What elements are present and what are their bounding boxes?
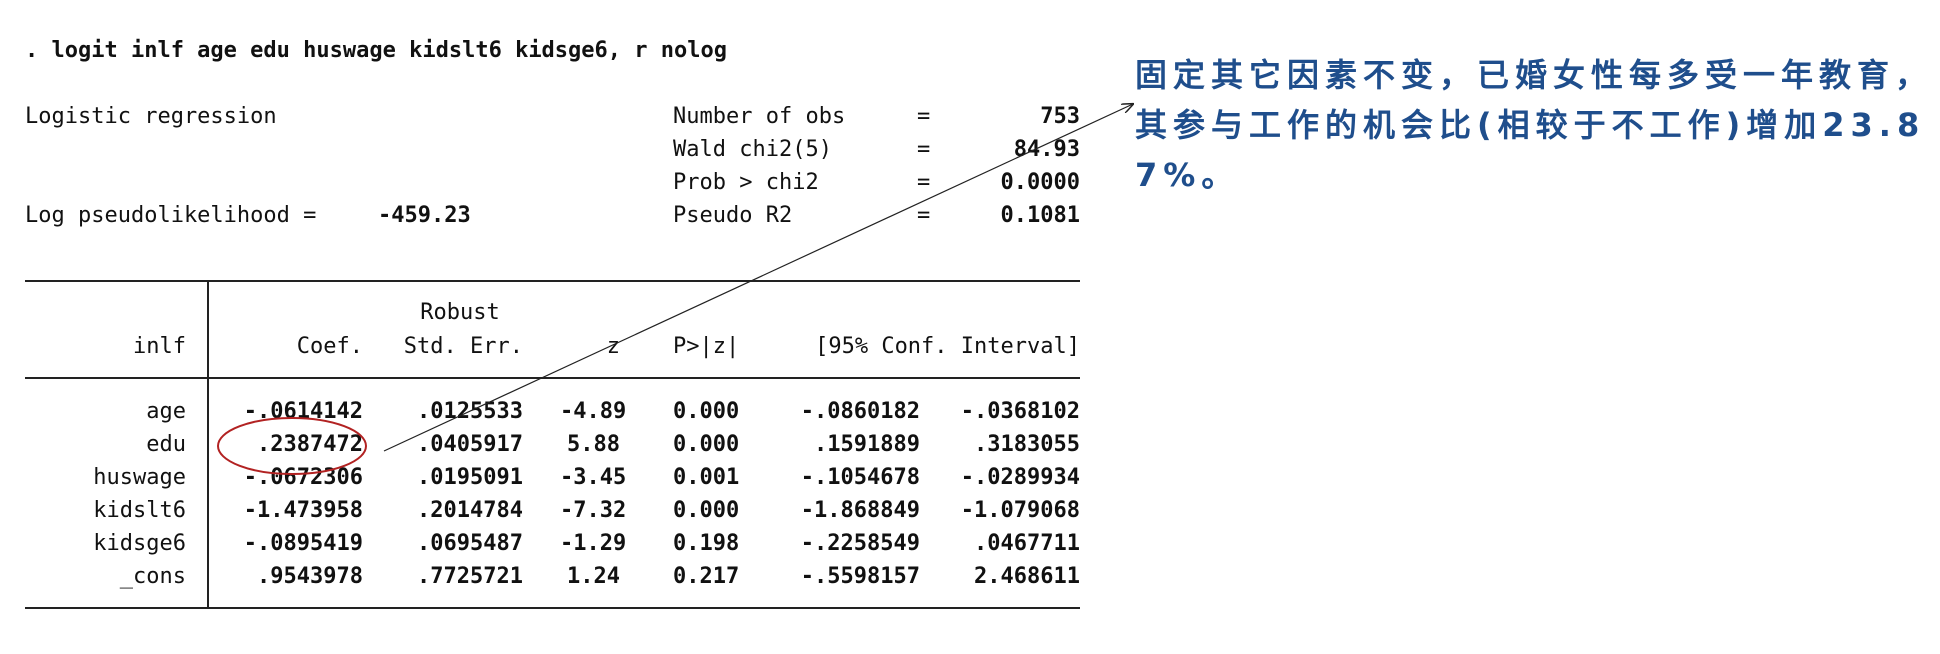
table-bottom-rule (25, 607, 1080, 609)
column-header-z: z (606, 334, 620, 359)
cell-coef: .9543978 (257, 564, 363, 589)
cell-coef: -.0895419 (243, 531, 363, 556)
command-line: . logit inlf age edu huswage kidslt6 kid… (25, 38, 727, 63)
cell-z: 5.88 (567, 432, 620, 457)
cell-ci-high: .3183055 (974, 432, 1080, 457)
cell-se: .7725721 (417, 564, 523, 589)
stat-eq: = (917, 104, 931, 129)
cell-ci-low: -.2258549 (800, 531, 920, 556)
header-robust: Robust (420, 300, 500, 325)
cell-ci-low: .1591889 (814, 432, 920, 457)
cell-variable: huswage (93, 465, 186, 490)
cell-ci-high: -1.079068 (960, 498, 1080, 523)
cell-p: 0.000 (673, 399, 740, 424)
cell-z: -7.32 (560, 498, 627, 523)
cell-ci-low: -.1054678 (800, 465, 920, 490)
stat-eq: = (917, 170, 931, 195)
cell-se: .0405917 (417, 432, 523, 457)
cell-coef: -.0672306 (243, 465, 363, 490)
stat-eq: = (917, 203, 931, 228)
stat-value: 753 (1040, 104, 1080, 129)
table-top-rule (25, 280, 1080, 282)
cell-coef: -.0614142 (243, 399, 363, 424)
table-divider (207, 280, 209, 609)
model-title: Logistic regression (25, 104, 277, 129)
stat-value: 0.0000 (1000, 170, 1080, 195)
column-header-p: P>|z| (673, 334, 740, 359)
stat-label: Prob > chi2 (673, 170, 819, 195)
stat-label: Pseudo R2 (673, 203, 793, 228)
loglik-value: -459.23 (378, 203, 471, 228)
stat-value: 0.1081 (1000, 203, 1080, 228)
cell-coef: -1.473958 (243, 498, 363, 523)
cell-ci-high: -.0368102 (960, 399, 1080, 424)
cell-p: 0.000 (673, 498, 740, 523)
column-header-ci: [95% Conf. Interval] (815, 334, 1080, 359)
cell-p: 0.217 (673, 564, 740, 589)
cell-z: -1.29 (560, 531, 627, 556)
stat-label: Number of obs (673, 104, 846, 129)
column-header-se: Std. Err. (403, 334, 523, 359)
loglik-label: Log pseudolikelihood = (25, 203, 317, 228)
cell-variable: kidslt6 (93, 498, 186, 523)
cell-ci-high: -.0289934 (960, 465, 1080, 490)
table-header-rule (25, 377, 1080, 379)
stata-output: . logit inlf age edu huswage kidslt6 kid… (0, 0, 1100, 654)
cell-ci-low: -1.868849 (800, 498, 920, 523)
cell-p: 0.000 (673, 432, 740, 457)
cell-variable: edu (146, 432, 186, 457)
cell-se: .0125533 (417, 399, 523, 424)
cell-se: .0695487 (417, 531, 523, 556)
cell-z: -4.89 (560, 399, 627, 424)
cell-coef: .2387472 (257, 432, 363, 457)
column-header-depvar: inlf (133, 334, 186, 359)
cell-p: 0.001 (673, 465, 740, 490)
column-header-coef: Coef. (296, 334, 363, 359)
cell-ci-low: -.5598157 (800, 564, 920, 589)
stat-value: 84.93 (1013, 137, 1080, 162)
cell-variable: age (146, 399, 186, 424)
cell-variable: kidsge6 (93, 531, 186, 556)
cell-z: 1.24 (567, 564, 620, 589)
stat-label: Wald chi2(5) (673, 137, 832, 162)
cell-ci-high: .0467711 (974, 531, 1080, 556)
stat-eq: = (917, 137, 931, 162)
cell-ci-high: 2.468611 (974, 564, 1080, 589)
cell-variable: _cons (119, 564, 186, 589)
cell-ci-low: -.0860182 (800, 399, 920, 424)
cell-se: .2014784 (417, 498, 523, 523)
annotation-text: 固定其它因素不变，已婚女性每多受一年教育，其参与工作的机会比(相较于不工作)增加… (1135, 56, 1934, 194)
cell-z: -3.45 (560, 465, 627, 490)
cell-p: 0.198 (673, 531, 740, 556)
cell-se: .0195091 (417, 465, 523, 490)
